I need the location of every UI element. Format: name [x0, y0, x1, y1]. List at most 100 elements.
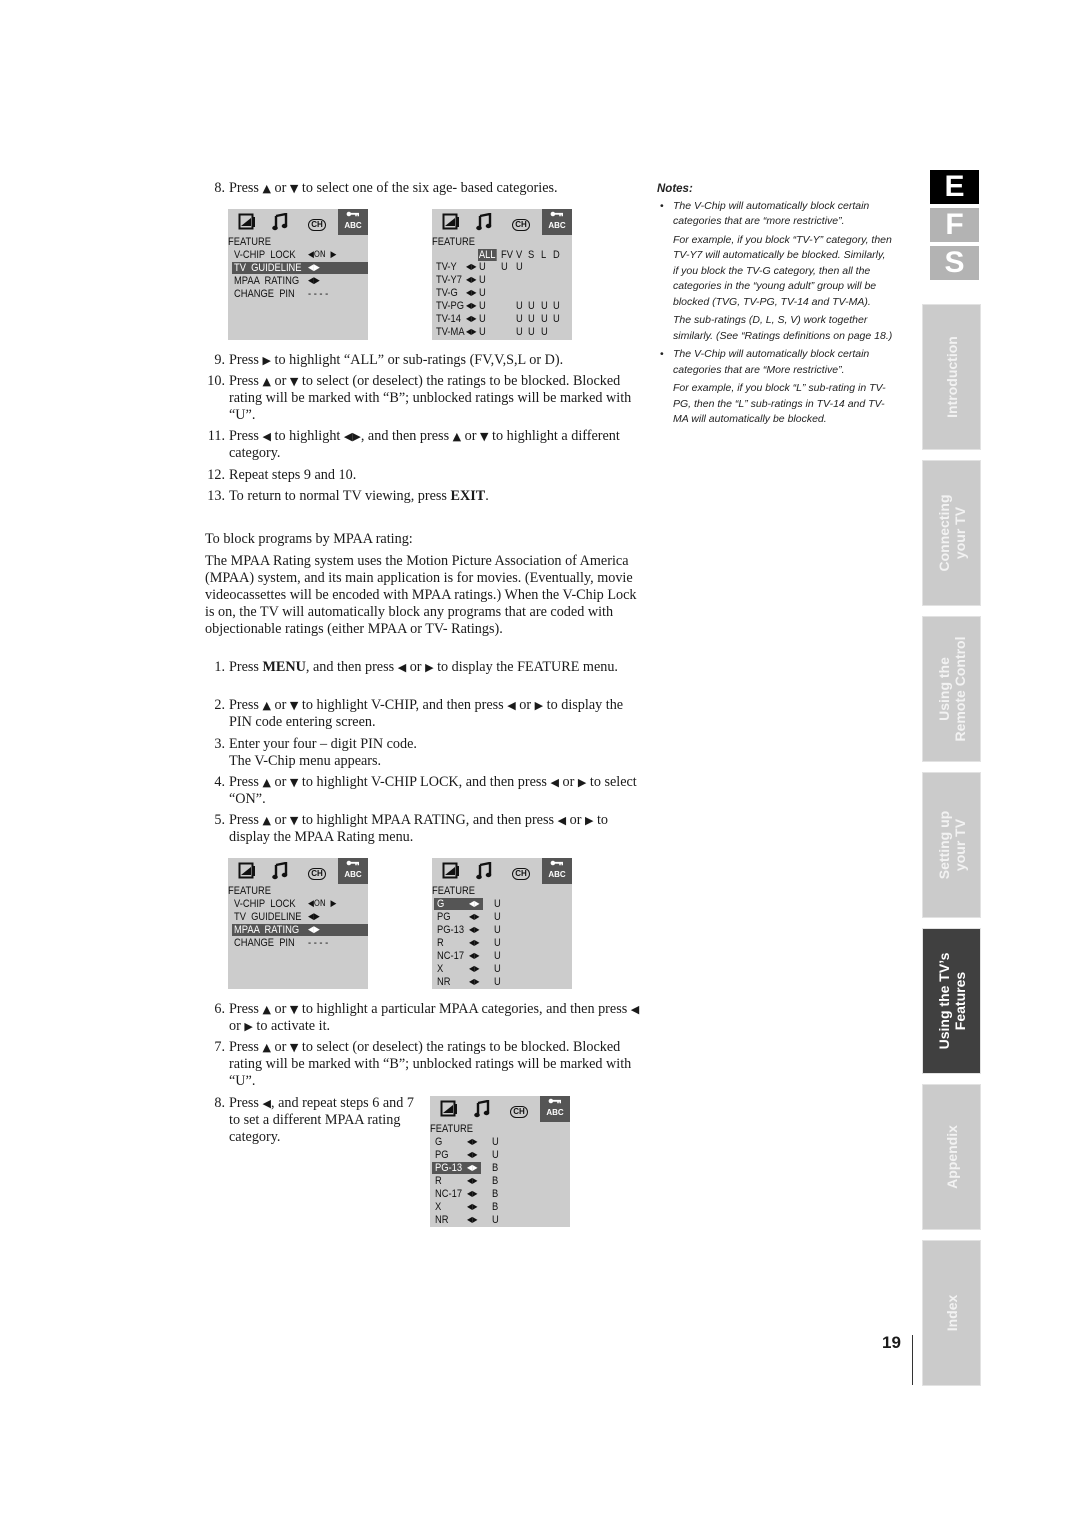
menu-row[interactable]: MPAA RATING ◀▶ [228, 275, 368, 287]
mpaa-rating-row[interactable]: PG-13 ◀▶ U [432, 924, 572, 936]
key-name: MENU [262, 659, 306, 675]
section-tab-label: Connecting your TV [936, 495, 968, 572]
section-tab[interactable]: Using the Remote Control [922, 616, 981, 762]
section-tab-line1: Index [943, 1294, 960, 1332]
mpaa-ratings-menu: CH ABC FEATURE G ◀▶ U PG ◀▶ U PG-13 ◀▶ U R ◀▶ U NC-17 ◀▶… [432, 858, 572, 989]
mpaa-rating-label: PG [435, 1149, 449, 1161]
mpaa-rating-row[interactable]: X ◀▶ U [432, 963, 572, 975]
mpaa-rating-status: U [494, 976, 501, 988]
rating-row[interactable]: TV-PG ◀▶ U U U U U [432, 300, 572, 312]
mpaa-rating-row[interactable]: R ◀▶ B [430, 1175, 570, 1187]
menu-row[interactable]: V-CHIP LOCK ◀ON ▶ [228, 898, 368, 910]
menu-row-value: - - - - [308, 937, 329, 949]
rating-row[interactable]: TV-Y7 ◀▶ U [432, 274, 572, 286]
step-text-part: Press [229, 1039, 263, 1055]
step-text-part: Press [229, 1095, 263, 1111]
music-note-icon [272, 212, 288, 231]
step-text-part: to highlight a particular MPAA categorie… [298, 1001, 631, 1017]
step-number: 3. [214, 736, 225, 752]
section-tab[interactable]: Connecting your TV [922, 460, 981, 606]
step-text-part: to highlight V-CHIP LOCK, and then press [298, 774, 551, 790]
section-tab[interactable]: Introduction [922, 304, 981, 450]
menu-row-label: CHANGE PIN [234, 288, 295, 300]
menu-title: FEATURE [228, 885, 271, 897]
mpaa-rating-label: PG-13 [435, 1162, 463, 1174]
step-text: Press ▲ or ▼ to highlight V-CHIP LOCK, a… [229, 774, 645, 808]
step-text-part: , and then press [305, 659, 398, 675]
rating-row[interactable]: TV-MA ◀▶ U U U U [432, 326, 572, 338]
channel-label: CH [510, 1106, 528, 1118]
left-right-arrow-icon: ◀▶ [467, 1202, 478, 1211]
menu-icon-bar: CH ABC [432, 209, 572, 235]
arrow-icon: ▶ [262, 354, 271, 367]
rating-cell: U [541, 326, 548, 338]
section-tab-label: Using the Remote Control [936, 637, 968, 742]
mpaa-rating-row[interactable]: NC-17 ◀▶ U [432, 950, 572, 962]
section-tab-line1: Using the [935, 657, 952, 721]
language-tab-e[interactable]: E [930, 170, 979, 204]
step-number: 8. [214, 1095, 225, 1111]
section-tab[interactable]: Index [922, 1240, 981, 1386]
rating-cell: U [528, 300, 535, 312]
mpaa-rating-row[interactable]: R ◀▶ U [432, 937, 572, 949]
rating-cell: U [516, 313, 523, 325]
mpaa-rating-row[interactable]: NR ◀▶ U [430, 1214, 570, 1226]
section-tab-label: Setting up your TV [936, 811, 968, 879]
step-text: Press ▲ or ▼ to highlight V-CHIP, and th… [229, 697, 645, 731]
lock-icon: ABC [540, 1096, 570, 1122]
feature-menu-tv-guideline: CH ABC FEATURE V-CHIP LOCK ◀ON ▶ TV GUIDELINE… [228, 209, 368, 340]
mpaa-rating-row[interactable]: X ◀▶ B [430, 1201, 570, 1213]
step-text-part: or [270, 774, 290, 790]
arrow-icon: ◀ [630, 1003, 640, 1016]
menu-row[interactable]: CHANGE PIN - - - - [228, 288, 368, 300]
section-tab[interactable]: Using the TV’s Features [922, 928, 981, 1074]
mpaa-rating-row[interactable]: G ◀▶ U [430, 1136, 570, 1148]
mpaa-rating-row[interactable]: PG ◀▶ U [432, 911, 572, 923]
mpaa-rating-status: B [492, 1162, 499, 1174]
menu-row[interactable]: MPAA RATING ◀▶ [228, 924, 368, 936]
music-note-icon [476, 861, 492, 880]
language-tab-f[interactable]: F [930, 208, 979, 242]
step-text: Enter your four – digit PIN code. The V-C… [229, 736, 645, 770]
rating-row[interactable]: TV-Y ◀▶ U U U [432, 261, 572, 273]
arrow-icon: ◀▶ [343, 430, 361, 443]
menu-row[interactable]: TV GUIDELINE ◀▶ [228, 911, 368, 923]
arrow-icon: ▲ [262, 1003, 271, 1016]
music-note-icon [476, 212, 492, 231]
left-right-arrow-icon: ◀▶ [469, 912, 480, 921]
step-text-part: to highlight MPAA RATING, and then press [298, 812, 558, 828]
rating-row[interactable]: TV-G ◀▶ U [432, 287, 572, 299]
section-tab[interactable]: Setting up your TV [922, 772, 981, 918]
section-tab-line1: Using the TV’s [935, 952, 952, 1050]
rating-label: TV-MA [436, 326, 465, 338]
section-tab-line1: Introduction [943, 336, 960, 418]
section-tab-label: Introduction [944, 336, 960, 418]
section-tab[interactable]: Appendix [922, 1084, 981, 1230]
menu-row-label: TV GUIDELINE [234, 911, 302, 923]
menu-row[interactable]: TV GUIDELINE ◀▶ [228, 262, 368, 274]
rating-row[interactable]: TV-14 ◀▶ U U U U U [432, 313, 572, 325]
left-right-arrow-icon: ◀▶ [466, 314, 477, 323]
language-tab-s[interactable]: S [930, 246, 979, 280]
mpaa-rating-row[interactable]: PG ◀▶ U [430, 1149, 570, 1161]
note-detail: For example, if you block “L” sub-rating… [673, 382, 886, 425]
instruction-step: 12. Repeat steps 9 and 10. [205, 467, 645, 484]
picture-icon [238, 213, 256, 231]
mpaa-rating-status: B [492, 1175, 499, 1187]
column-header: S [528, 249, 535, 261]
step-text-part: Press [229, 352, 263, 368]
step-text-part: Press [229, 373, 263, 389]
mpaa-rating-row[interactable]: NC-17 ◀▶ B [430, 1188, 570, 1200]
menu-row-value: - - - - [308, 288, 329, 300]
arrow-icon: ◀ [262, 430, 271, 443]
menu-row[interactable]: V-CHIP LOCK ◀ON ▶ [228, 249, 368, 261]
menu-row-label: MPAA RATING [234, 924, 300, 936]
arrow-icon: ◀ [397, 661, 407, 674]
menu-row-value: ◀▶ [308, 263, 320, 273]
mpaa-rating-row[interactable]: PG-13 ◀▶ B [430, 1162, 570, 1174]
mpaa-rating-row[interactable]: G ◀▶ U [432, 898, 572, 910]
mpaa-rating-row[interactable]: NR ◀▶ U [432, 976, 572, 988]
rating-cell: U [479, 274, 486, 286]
menu-row[interactable]: CHANGE PIN - - - - [228, 937, 368, 949]
channel-label: CH [512, 219, 530, 231]
